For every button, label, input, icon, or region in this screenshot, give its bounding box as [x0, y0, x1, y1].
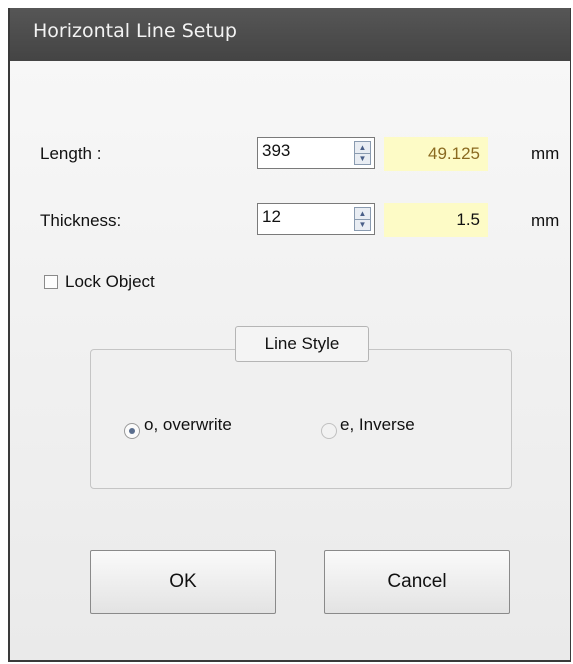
radio-inverse-label[interactable]: e, Inverse [340, 415, 415, 435]
radio-inverse[interactable] [321, 423, 337, 439]
ok-button[interactable]: OK [90, 550, 276, 614]
radio-overwrite[interactable] [124, 423, 140, 439]
spin-down-arrow-icon[interactable]: ▼ [355, 219, 370, 230]
thickness-spin-buttons[interactable]: ▲ ▼ [354, 207, 371, 231]
radio-overwrite-label[interactable]: o, overwrite [144, 415, 232, 435]
length-unit: mm [531, 144, 560, 163]
lock-object-label[interactable]: Lock Object [65, 272, 155, 292]
dialog-window: Horizontal Line Setup Length : 393 ▲ ▼ 4… [8, 8, 571, 662]
dialog-title[interactable]: Horizontal Line Setup [10, 8, 570, 61]
line-style-legend: Line Style [235, 326, 369, 362]
length-value[interactable]: 393 [262, 141, 290, 161]
dialog-content: Length : 393 ▲ ▼ 49.125 mm Thickness: 12… [10, 61, 570, 660]
thickness-value[interactable]: 12 [262, 207, 281, 227]
length-label: Length : [40, 144, 102, 163]
spin-down-arrow-icon[interactable]: ▼ [355, 153, 370, 164]
length-spinbox[interactable]: 393 ▲ ▼ [257, 137, 375, 169]
thickness-mm-field: 1.5 [384, 203, 488, 237]
thickness-unit: mm [531, 211, 560, 230]
thickness-label: Thickness: [40, 211, 122, 230]
length-mm-field: 49.125 [384, 137, 488, 171]
thickness-spinbox[interactable]: 12 ▲ ▼ [257, 203, 375, 235]
cancel-button[interactable]: Cancel [324, 550, 510, 614]
length-spin-buttons[interactable]: ▲ ▼ [354, 141, 371, 165]
lock-object-checkbox[interactable] [44, 275, 58, 289]
